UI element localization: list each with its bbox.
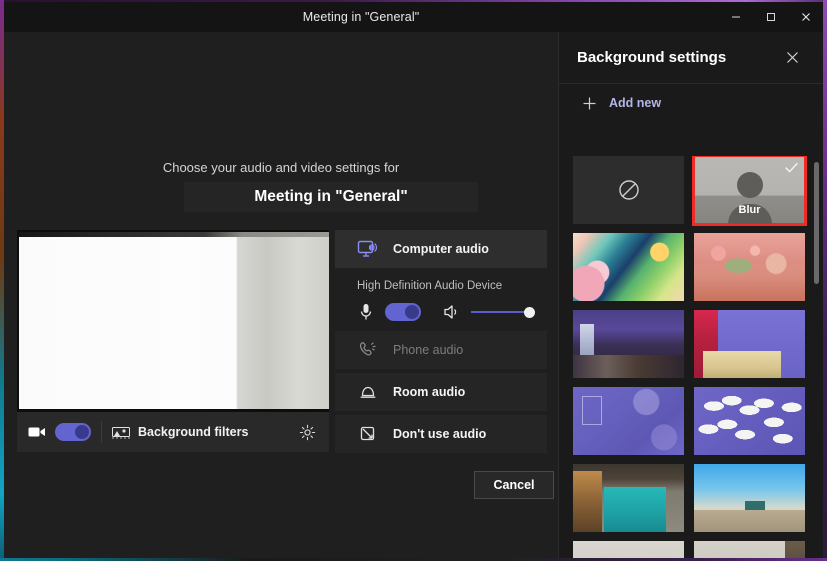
microphone-toggle[interactable]: [385, 303, 421, 321]
background-thumb-room-light-1[interactable]: [573, 541, 684, 558]
audio-option-computer-audio[interactable]: Computer audio: [335, 230, 547, 268]
room-speaker-icon: [357, 381, 379, 403]
background-thumb-lobby[interactable]: [573, 464, 684, 532]
phone-ring-icon: [357, 339, 379, 361]
camera-icon: [27, 422, 47, 442]
video-preview-image: [19, 232, 329, 409]
audio-option-label: Computer audio: [393, 242, 489, 256]
thumbnail-art: [573, 310, 684, 378]
thumbnail-art: [573, 233, 684, 301]
plus-icon: [581, 95, 597, 111]
camera-toggle[interactable]: [55, 423, 91, 441]
window-edge-glow-right: [823, 0, 827, 561]
speaker-icon: [443, 303, 461, 321]
window-controls: [718, 2, 823, 32]
window-body: Choose your audio and video settings for…: [4, 32, 823, 558]
thumbnail-art: [694, 233, 805, 301]
cancel-button[interactable]: Cancel: [474, 471, 554, 499]
add-new-background-button[interactable]: Add new: [559, 84, 823, 122]
thumbnail-art: [573, 387, 684, 455]
audio-device-name: High Definition Audio Device: [357, 280, 547, 292]
blur-avatar-head: [737, 172, 763, 198]
background-thumb-purple-wall[interactable]: [573, 387, 684, 455]
no-audio-icon: [357, 423, 379, 445]
background-thumb-none[interactable]: [573, 156, 684, 224]
background-thumb-label: Blur: [694, 204, 805, 216]
close-panel-button[interactable]: [779, 45, 805, 71]
prejoin-main: Choose your audio and video settings for…: [4, 32, 558, 558]
prejoin-subtitle: Choose your audio and video settings for: [4, 160, 558, 175]
thumbnail-art: [694, 387, 805, 455]
background-thumbnail-grid: Blur: [559, 156, 823, 558]
thumbnail-art: [573, 541, 684, 558]
close-icon: [785, 50, 800, 65]
check-icon: [783, 159, 800, 176]
gear-icon: [299, 424, 316, 441]
background-thumb-abstract[interactable]: [573, 233, 684, 301]
preview-bar-divider: [101, 421, 102, 443]
background-filters-icon: [112, 423, 130, 441]
thumbnail-art: [694, 310, 805, 378]
teams-prejoin-window: Meeting in "General" Choo: [0, 0, 827, 561]
audio-option-label: Room audio: [393, 385, 465, 399]
window-title: Meeting in "General": [4, 10, 718, 24]
audio-options-list: Computer audio High Definition Audio Dev…: [335, 230, 547, 457]
thumbnail-art: [694, 541, 805, 558]
meeting-title: Meeting in "General": [184, 182, 478, 212]
background-thumb-studio[interactable]: [694, 310, 805, 378]
background-thumb-bedroom[interactable]: [573, 310, 684, 378]
minimize-icon: [730, 11, 742, 23]
volume-slider-thumb[interactable]: [524, 307, 535, 318]
minimize-button[interactable]: [718, 2, 753, 32]
background-thumb-desert[interactable]: [694, 464, 805, 532]
background-settings-panel: Background settings Add new: [558, 32, 823, 558]
title-bar: Meeting in "General": [4, 2, 823, 32]
close-window-button[interactable]: [788, 2, 823, 32]
maximize-button[interactable]: [753, 2, 788, 32]
maximize-icon: [765, 11, 777, 23]
audio-option-label: Phone audio: [393, 343, 463, 357]
panel-title: Background settings: [577, 49, 779, 66]
audio-device-block: High Definition Audio Device: [335, 272, 547, 331]
audio-option-dont-use-audio[interactable]: Don't use audio: [335, 415, 547, 453]
camera-toggle-knob: [75, 425, 89, 439]
background-thumb-room-light-2[interactable]: [694, 541, 805, 558]
background-thumb-blur[interactable]: Blur: [694, 156, 805, 224]
no-background-icon: [616, 177, 642, 203]
device-settings-button[interactable]: [295, 420, 319, 444]
preview-controls-bar: Background filters: [17, 412, 329, 452]
thumbnail-art: [694, 464, 805, 532]
panel-header: Background settings: [559, 32, 823, 84]
audio-option-phone-audio[interactable]: Phone audio: [335, 331, 547, 369]
audio-option-room-audio[interactable]: Room audio: [335, 373, 547, 411]
panel-scrollbar-thumb[interactable]: [814, 162, 819, 284]
microphone-icon: [357, 303, 375, 321]
add-new-label: Add new: [609, 96, 661, 110]
computer-speaker-icon: [357, 238, 379, 260]
background-thumb-surreal[interactable]: [694, 233, 805, 301]
audio-option-label: Don't use audio: [393, 427, 486, 441]
background-thumb-sticky-notes[interactable]: [694, 387, 805, 455]
close-icon: [800, 11, 812, 23]
background-filters-label: Background filters: [138, 425, 248, 439]
audio-device-controls: [357, 303, 547, 321]
thumbnail-art: [573, 464, 684, 532]
microphone-toggle-knob: [405, 305, 419, 319]
video-preview[interactable]: [17, 230, 329, 412]
volume-slider[interactable]: [471, 305, 533, 319]
